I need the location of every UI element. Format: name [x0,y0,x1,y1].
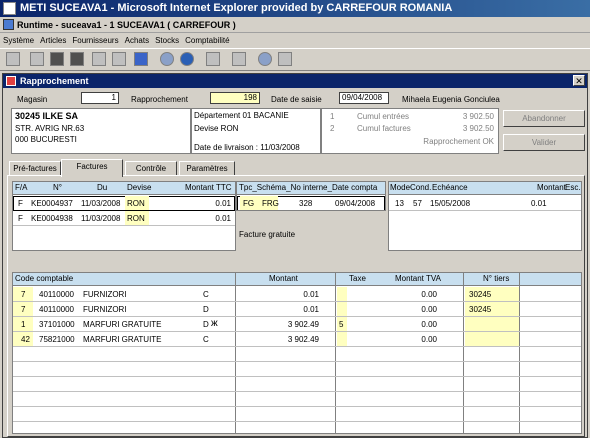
wand-icon[interactable] [206,52,220,66]
col-schema: Tpc_Schéma_No interne_Date compta [239,183,378,192]
factures-grid: F/A N° Du Devise Montant TTC F KE0004937… [12,181,236,251]
livraison-text: Date de livraison : 11/03/2008 [194,143,300,152]
dialog-title: Rapprochement [3,74,587,88]
tab-content: F/A N° Du Devise Montant TTC F KE0004937… [7,175,585,437]
cumul-entrees-n: 1 [330,112,335,121]
table-row[interactable]: 42 75821000 MARFURI GRATUITE C 3 902.49 … [13,332,581,347]
rapprochement-dialog: Rapprochement ✕ Magasin 1 Rapprochement … [2,73,588,438]
table-row[interactable]: 1 37101000 MARFURI GRATUITE D ж 3 902.49… [13,317,581,332]
col-cond: Cond. [410,183,432,192]
info-panel: Département 01 BACANIE Devise RON Date d… [191,108,321,154]
date-saisie-field[interactable]: 09/04/2008 [339,92,389,104]
supplier-panel: 30245 ILKE SA STR. AVRIG NR.63 000 BUCUR… [11,108,191,154]
comptes-header: Code comptable Montant Taxe Montant TVA … [13,273,581,286]
table-row[interactable] [13,347,581,362]
exit-icon[interactable] [278,52,292,66]
col-mode: Mode [390,183,411,192]
globe-icon[interactable] [180,52,194,66]
print-icon[interactable] [50,52,64,66]
factures-header: F/A N° Du Devise Montant TTC [13,182,235,195]
supplier-city: 000 BUCURESTI [15,135,77,144]
table-row[interactable] [13,362,581,377]
departement-text: Département 01 BACANIE [194,111,289,120]
menu-systeme[interactable]: Système [0,33,37,48]
rapprochement-status: Rapprochement OK [423,137,494,146]
menu-fournisseurs[interactable]: Fournisseurs [69,33,121,48]
cumul-entrees-value: 3 902.50 [462,112,494,121]
tools-icon[interactable] [160,52,174,66]
dialog-icon [6,76,16,86]
col-montant-tva: Montant TVA [395,274,441,283]
col-no-tiers: N° tiers [483,274,510,283]
col-echeance: Echéance [432,183,468,192]
table-row[interactable]: 13 57 15/05/2008 0.01 [389,196,581,211]
table-row[interactable]: F KE0004938 11/03/2008 RON 0.01 [13,211,235,226]
table-row[interactable]: FG FRG 328 09/04/2008 [237,196,385,210]
magasin-label: Magasin [17,95,48,104]
browser-title-bar: METI SUCEAVA1 - Microsoft Internet Explo… [0,0,590,17]
toolbar [0,48,590,71]
col-montant: Montant [269,274,298,283]
menu-comptabilite[interactable]: Comptabilité [182,33,232,48]
app-title-bar: Runtime - suceava1 - 1 SUCEAVA1 ( CARREF… [0,17,590,33]
menu-bar: Système Articles Fournisseurs Achats Stocks C… [0,33,590,48]
search-icon[interactable] [134,52,148,66]
col-du: Du [97,183,108,192]
cursor-mark: ж [211,318,218,329]
cumul-panel: 1 Cumul entrées 3 902.50 2 Cumul facture… [321,108,499,154]
undo-icon[interactable] [112,52,126,66]
close-icon[interactable]: ✕ [573,75,585,86]
settings-icon[interactable] [258,52,272,66]
cumul-factures-label: Cumul factures [357,124,411,133]
ie-icon [3,2,16,15]
tab-parametres[interactable]: Paramètres [179,161,235,176]
abandonner-button[interactable]: Abandonner [503,110,585,127]
col-code-comptable: Code comptable [15,274,74,283]
supplier-name: 30245 ILKE SA [15,111,79,121]
report-icon[interactable] [232,52,246,66]
devise-text: Devise RON [194,124,239,133]
table-row[interactable] [13,392,581,407]
open-icon[interactable] [6,52,20,66]
col-montant: Montant [537,183,566,192]
user-name: Mihaela Eugenia Gonciulea [402,95,500,104]
echeance-grid: Mode Cond. Echéance Montant Esc. 13 57 1… [388,181,582,251]
rapprochement-field[interactable]: 198 [210,92,260,104]
date-saisie-label: Date de saisie [271,95,322,104]
valider-button[interactable]: Valider [503,134,585,151]
magasin-field[interactable]: 1 [81,92,119,104]
col-taxe: Taxe [349,274,366,283]
col-no: N° [53,183,62,192]
supplier-street: STR. AVRIG NR.63 [15,124,85,133]
schema-grid: Tpc_Schéma_No interne_Date compta FG FRG… [236,181,386,211]
col-fa: F/A [15,183,28,192]
col-montant-ttc: Montant TTC [185,183,232,192]
col-esc: Esc. [565,183,581,192]
app-window-icon [3,19,14,30]
rapprochement-label: Rapprochement [131,95,188,104]
menu-stocks[interactable]: Stocks [152,33,182,48]
table-row[interactable]: 7 40110000 FURNIZORI D 0.01 0.00 30245 [13,302,581,317]
table-row[interactable] [13,377,581,392]
comptes-grid: Code comptable Montant Taxe Montant TVA … [12,272,582,434]
cumul-factures-n: 2 [330,124,335,133]
table-row[interactable] [13,407,581,422]
cumul-entrees-label: Cumul entrées [357,112,410,121]
menu-articles[interactable]: Articles [37,33,69,48]
table-row[interactable]: F KE0004937 11/03/2008 RON 0.01 [13,196,235,211]
echeance-header: Mode Cond. Echéance Montant Esc. [389,182,581,195]
menu-achats[interactable]: Achats [122,33,152,48]
tab-prefactures[interactable]: Pré-factures [9,161,61,176]
table-row[interactable]: 7 40110000 FURNIZORI C 0.01 0.00 30245 [13,287,581,302]
tab-factures[interactable]: Factures [61,159,123,177]
cumul-factures-value: 3 902.50 [462,124,494,133]
copy-icon[interactable] [70,52,84,66]
facture-gratuite-label: Facture gratuite [239,230,296,239]
schema-header: Tpc_Schéma_No interne_Date compta [237,182,385,195]
tab-controle[interactable]: Contrôle [125,161,177,176]
col-devise: Devise [127,183,152,192]
save-icon[interactable] [30,52,44,66]
paste-icon[interactable] [92,52,106,66]
